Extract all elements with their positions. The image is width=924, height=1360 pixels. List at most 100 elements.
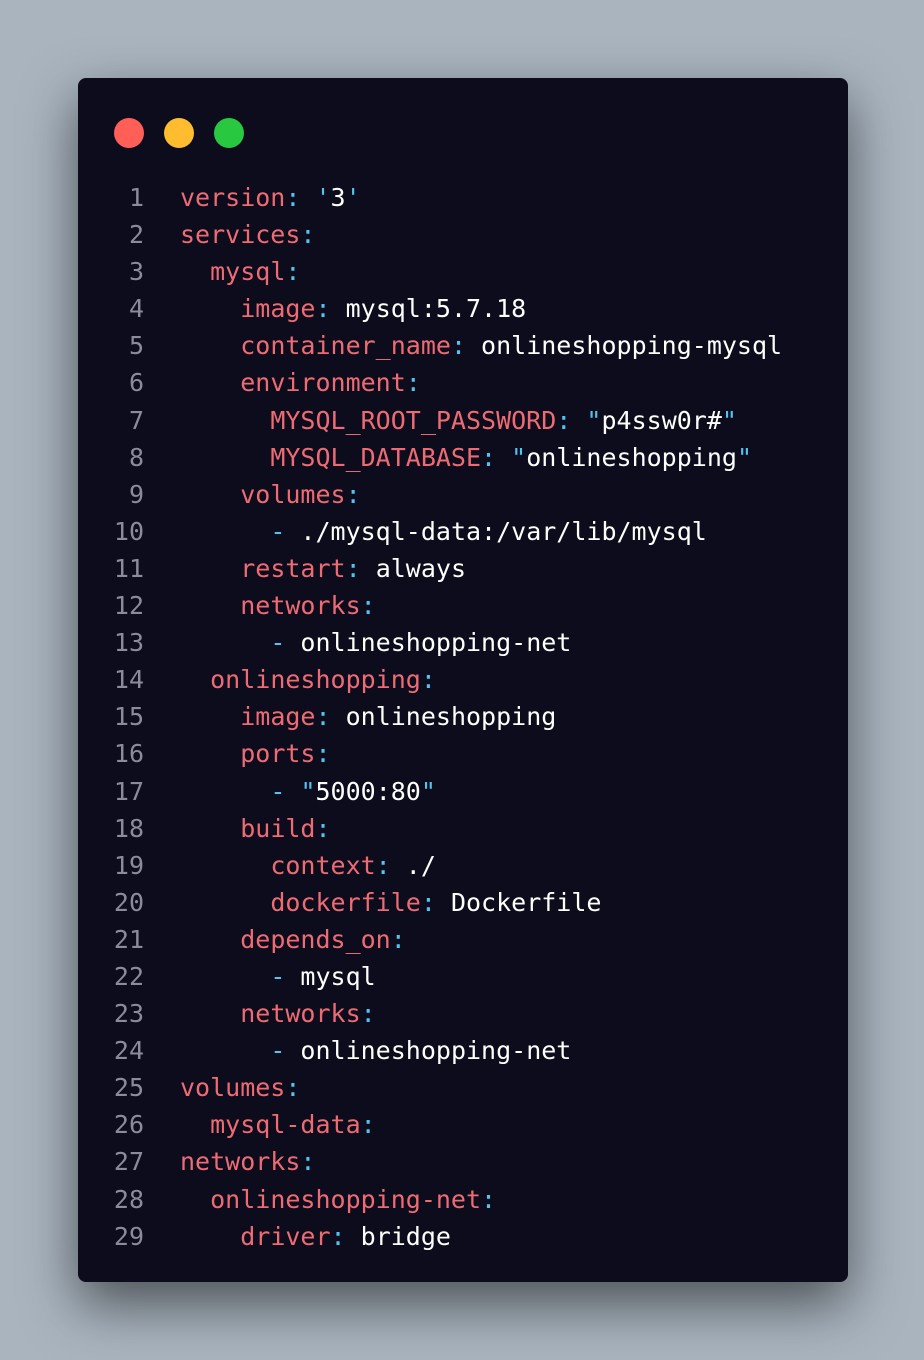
yaml-value: ./ — [390, 850, 436, 880]
line-content: networks: — [180, 1143, 315, 1180]
colon: : — [450, 331, 466, 361]
code-line: 19 context: ./ — [78, 847, 848, 884]
code-line: 29 driver: bridge — [78, 1218, 848, 1255]
yaml-key: services — [180, 220, 301, 250]
line-number: 10 — [113, 516, 144, 546]
yaml-value: onlineshopping-mysql — [466, 331, 783, 361]
line-number: 21 — [113, 924, 144, 954]
code-line: 5 container_name: onlineshopping-mysql — [78, 327, 848, 364]
yaml-value: mysql:5.7.18 — [330, 294, 527, 324]
colon: : — [285, 257, 301, 287]
line-content: volumes: — [180, 476, 361, 513]
line-number: 8 — [128, 442, 144, 472]
colon: : — [420, 665, 436, 695]
code-line: 26 mysql-data: — [78, 1106, 848, 1143]
code-line: 14 onlineshopping: — [78, 661, 848, 698]
colon: : — [345, 479, 361, 509]
line-number: 20 — [113, 887, 144, 917]
line-number: 13 — [113, 628, 144, 658]
minimize-button[interactable] — [164, 118, 194, 148]
code-line: 15 image: onlineshopping — [78, 698, 848, 735]
code-line: 6 environment: — [78, 364, 848, 401]
colon: : — [375, 850, 391, 880]
colon: : — [481, 442, 497, 472]
yaml-key: MYSQL_ROOT_PASSWORD — [270, 405, 557, 435]
code-line: 4 image: mysql:5.7.18 — [78, 290, 848, 327]
line-number: 1 — [128, 183, 144, 212]
line-content: context: ./ — [180, 847, 436, 884]
line-content: networks: — [180, 587, 375, 624]
line-number: 24 — [113, 1036, 144, 1066]
line-number: 26 — [113, 1110, 144, 1140]
yaml-key: MYSQL_DATABASE — [270, 442, 482, 472]
line-content: MYSQL_ROOT_PASSWORD: "p4ssw0r#" — [180, 402, 737, 439]
yaml-value: onlineshopping — [330, 702, 557, 732]
line-content: image: mysql:5.7.18 — [180, 290, 526, 327]
code-editor[interactable]: 1 version: '3' 2 services: 3 mysql: 4 image: … — [78, 179, 848, 1255]
maximize-button[interactable] — [214, 118, 244, 148]
yaml-key: volumes — [240, 479, 346, 509]
line-content: depends_on: — [180, 921, 406, 958]
yaml-key: networks — [240, 999, 361, 1029]
line-content: environment: — [180, 364, 421, 401]
code-line: 8 MYSQL_DATABASE: "onlineshopping" — [78, 439, 848, 476]
line-number: 4 — [128, 294, 144, 324]
quote-close: ' — [345, 183, 361, 212]
colon: : — [330, 1221, 346, 1251]
line-number: 16 — [113, 739, 144, 769]
line-content: mysql: — [180, 253, 300, 290]
code-line: 7 MYSQL_ROOT_PASSWORD: "p4ssw0r#" — [78, 402, 848, 439]
code-line: 3 mysql: — [78, 253, 848, 290]
colon: : — [360, 999, 376, 1029]
line-number: 27 — [113, 1147, 144, 1177]
line-content: ports: — [180, 735, 331, 772]
line-content: MYSQL_DATABASE: "onlineshopping" — [180, 439, 752, 476]
list-dash: - — [270, 961, 286, 991]
yaml-key: image — [240, 294, 316, 324]
line-content: volumes: — [180, 1069, 300, 1106]
line-content: onlineshopping: — [180, 661, 436, 698]
code-line: 13 - onlineshopping-net — [78, 624, 848, 661]
colon: : — [345, 553, 361, 583]
line-number: 25 — [113, 1073, 144, 1103]
yaml-key: volumes — [180, 1073, 286, 1103]
line-content: onlineshopping-net: — [180, 1181, 496, 1218]
code-line: 17 - "5000:80" — [78, 773, 848, 810]
line-number: 28 — [113, 1184, 144, 1214]
code-line: 16 ports: — [78, 735, 848, 772]
code-line: 10 - ./mysql-data:/var/lib/mysql — [78, 513, 848, 550]
yaml-key: driver — [240, 1221, 331, 1251]
yaml-key: image — [240, 702, 316, 732]
code-line: 12 networks: — [78, 587, 848, 624]
colon: : — [315, 739, 331, 769]
quote-open: " — [586, 405, 602, 435]
string-value: 5000:80 — [315, 776, 421, 806]
colon: : — [360, 1110, 376, 1140]
line-number: 22 — [113, 961, 144, 991]
line-content: - onlineshopping-net — [180, 624, 571, 661]
quote-close: " — [721, 405, 737, 435]
colon: : — [315, 702, 331, 732]
line-number: 23 — [113, 999, 144, 1029]
line-content: container_name: onlineshopping-mysql — [180, 327, 782, 364]
colon: : — [405, 368, 421, 398]
line-number: 17 — [113, 776, 144, 806]
list-dash: - — [270, 628, 286, 658]
close-button[interactable] — [114, 118, 144, 148]
colon: : — [315, 813, 331, 843]
code-line: 24 - onlineshopping-net — [78, 1032, 848, 1069]
line-content: driver: bridge — [180, 1218, 451, 1255]
yaml-key: mysql — [210, 257, 286, 287]
